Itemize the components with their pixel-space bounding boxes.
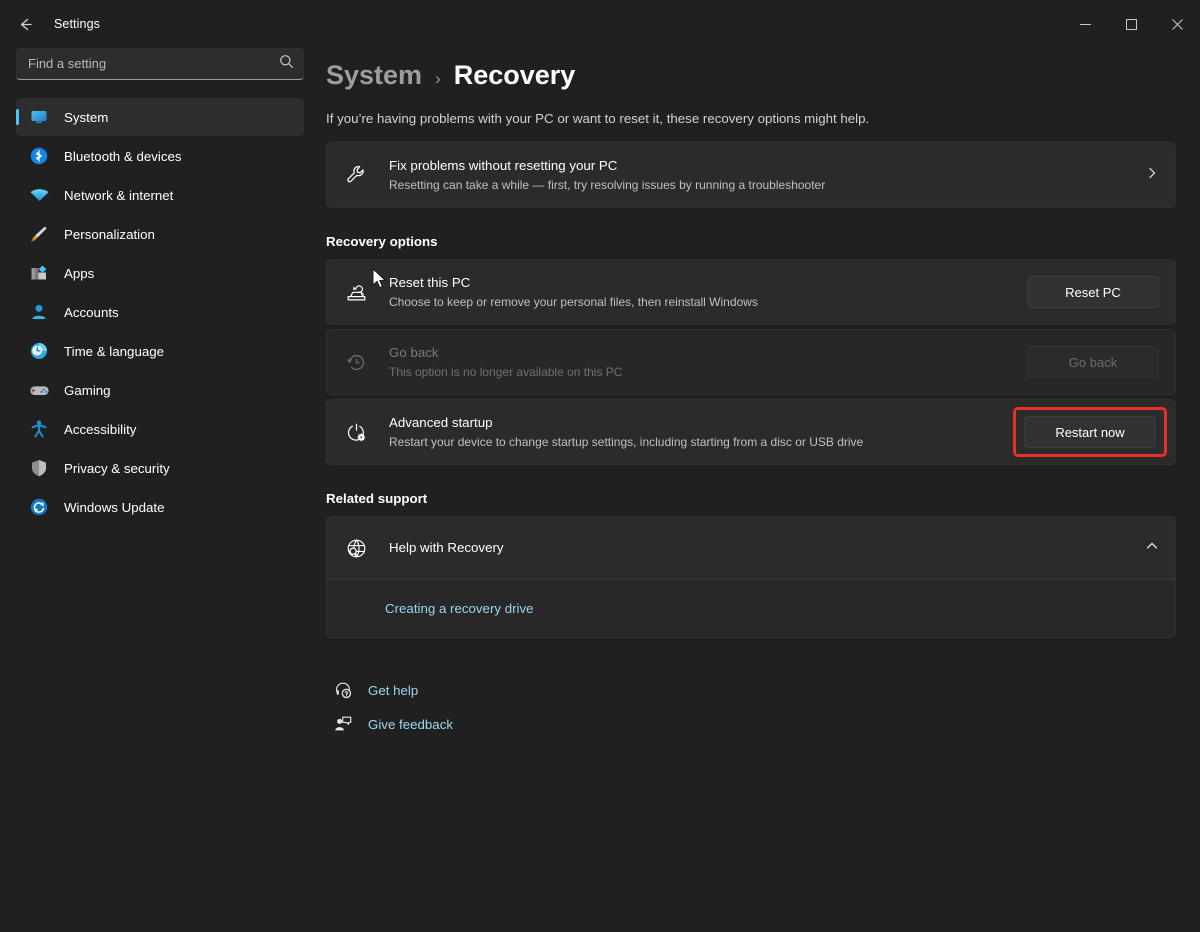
footer-link-label: Give feedback bbox=[368, 717, 453, 732]
sidebar-item-time-language[interactable]: Time & language bbox=[16, 332, 304, 370]
card-title: Fix problems without resetting your PC bbox=[389, 157, 1133, 175]
chevron-right-icon: › bbox=[435, 69, 441, 89]
chevron-up-icon[interactable] bbox=[1145, 539, 1159, 558]
get-help-link[interactable]: Get help bbox=[332, 674, 1176, 706]
expander-content: Creating a recovery drive bbox=[327, 579, 1175, 637]
accessibility-icon bbox=[28, 418, 50, 440]
sidebar-item-label: Windows Update bbox=[64, 500, 165, 515]
sidebar-item-privacy-security[interactable]: Privacy & security bbox=[16, 449, 304, 487]
minimize-button[interactable] bbox=[1062, 0, 1108, 48]
chevron-right-icon[interactable] bbox=[1145, 166, 1159, 185]
sidebar-item-accessibility[interactable]: Accessibility bbox=[16, 410, 304, 448]
window-controls bbox=[1062, 0, 1200, 48]
advanced-startup-row: Advanced startup Restart your device to … bbox=[326, 399, 1176, 465]
restart-now-highlight: Restart now bbox=[1013, 407, 1167, 457]
app-title: Settings bbox=[54, 17, 100, 31]
go-back-icon bbox=[343, 349, 369, 375]
reset-pc-button[interactable]: Reset PC bbox=[1027, 276, 1159, 308]
settings-window: Settings bbox=[0, 0, 1200, 932]
card-subtitle: Restart your device to change startup se… bbox=[389, 434, 1013, 450]
sidebar-item-label: Privacy & security bbox=[64, 461, 170, 476]
sidebar-item-bluetooth-devices[interactable]: Bluetooth & devices bbox=[16, 137, 304, 175]
go-back-row: Go back This option is no longer availab… bbox=[326, 329, 1176, 395]
sidebar-item-label: Personalization bbox=[64, 227, 155, 242]
fix-problems-card[interactable]: Fix problems without resetting your PC R… bbox=[326, 142, 1176, 208]
account-icon bbox=[28, 301, 50, 323]
sidebar-item-label: Gaming bbox=[64, 383, 111, 398]
footer-link-label: Get help bbox=[368, 683, 418, 698]
search-input[interactable] bbox=[16, 48, 304, 80]
expander-header[interactable]: Help with Recovery bbox=[327, 517, 1175, 579]
go-back-button: Go back bbox=[1027, 346, 1159, 378]
paintbrush-icon bbox=[28, 223, 50, 245]
sidebar-item-label: Apps bbox=[64, 266, 94, 281]
sidebar-item-network-internet[interactable]: Network & internet bbox=[16, 176, 304, 214]
close-button[interactable] bbox=[1154, 0, 1200, 48]
expander-title-wrap: Help with Recovery bbox=[389, 539, 1133, 557]
bluetooth-icon bbox=[28, 145, 50, 167]
window-body: System Bluetooth & devices bbox=[0, 48, 1200, 932]
title-bar: Settings bbox=[0, 0, 1200, 48]
card-subtitle: Choose to keep or remove your personal f… bbox=[389, 294, 1027, 310]
card-text: Go back This option is no longer availab… bbox=[389, 344, 1027, 380]
apps-icon bbox=[28, 262, 50, 284]
recovery-options-heading: Recovery options bbox=[326, 234, 1176, 249]
sidebar-item-label: Accounts bbox=[64, 305, 119, 320]
card-subtitle: This option is no longer available on th… bbox=[389, 364, 1027, 380]
sidebar-item-apps[interactable]: Apps bbox=[16, 254, 304, 292]
page-description: If you’re having problems with your PC o… bbox=[326, 111, 1176, 126]
help-icon bbox=[332, 679, 354, 701]
sidebar-item-accounts[interactable]: Accounts bbox=[16, 293, 304, 331]
gamepad-icon bbox=[28, 379, 50, 401]
maximize-button[interactable] bbox=[1108, 0, 1154, 48]
sidebar-item-personalization[interactable]: Personalization bbox=[16, 215, 304, 253]
globe-search-icon bbox=[343, 535, 369, 561]
content-area: System › Recovery If you’re having probl… bbox=[320, 48, 1200, 932]
card-subtitle: Resetting can take a while — first, try … bbox=[389, 177, 1133, 193]
creating-recovery-drive-link[interactable]: Creating a recovery drive bbox=[385, 601, 534, 616]
sidebar-item-label: Bluetooth & devices bbox=[64, 149, 182, 164]
wifi-icon bbox=[28, 184, 50, 206]
sidebar-item-label: System bbox=[64, 110, 108, 125]
give-feedback-link[interactable]: Give feedback bbox=[332, 708, 1176, 740]
card-text: Advanced startup Restart your device to … bbox=[389, 414, 1013, 450]
sidebar-item-gaming[interactable]: Gaming bbox=[16, 371, 304, 409]
breadcrumb-parent[interactable]: System bbox=[326, 60, 422, 91]
wrench-icon bbox=[343, 162, 369, 188]
feedback-icon bbox=[332, 713, 354, 735]
search-container bbox=[16, 48, 304, 80]
card-text: Reset this PC Choose to keep or remove y… bbox=[389, 274, 1027, 310]
card-title: Go back bbox=[389, 344, 1027, 362]
sidebar-nav: System Bluetooth & devices bbox=[8, 98, 312, 526]
shield-icon bbox=[28, 457, 50, 479]
breadcrumb: System › Recovery bbox=[326, 48, 1176, 91]
advanced-startup-icon bbox=[343, 419, 369, 445]
sidebar: System Bluetooth & devices bbox=[0, 48, 320, 932]
system-icon bbox=[28, 106, 50, 128]
related-support-heading: Related support bbox=[326, 491, 1176, 506]
clock-icon bbox=[28, 340, 50, 362]
restart-now-button[interactable]: Restart now bbox=[1024, 416, 1156, 448]
card-title: Advanced startup bbox=[389, 414, 1013, 432]
page-title: Recovery bbox=[454, 60, 576, 91]
update-icon bbox=[28, 496, 50, 518]
sidebar-item-label: Time & language bbox=[64, 344, 164, 359]
expander-title: Help with Recovery bbox=[389, 539, 1133, 557]
footer-links: Get help Give feedback bbox=[326, 674, 1176, 740]
reset-this-pc-row: Reset this PC Choose to keep or remove y… bbox=[326, 259, 1176, 325]
help-with-recovery-expander: Help with Recovery Creating a recovery d… bbox=[326, 516, 1176, 638]
reset-pc-icon bbox=[343, 279, 369, 305]
sidebar-item-label: Network & internet bbox=[64, 188, 173, 203]
sidebar-item-label: Accessibility bbox=[64, 422, 136, 437]
card-title: Reset this PC bbox=[389, 274, 1027, 292]
card-text: Fix problems without resetting your PC R… bbox=[389, 157, 1133, 193]
back-button[interactable] bbox=[8, 7, 42, 41]
sidebar-item-windows-update[interactable]: Windows Update bbox=[16, 488, 304, 526]
sidebar-item-system[interactable]: System bbox=[16, 98, 304, 136]
